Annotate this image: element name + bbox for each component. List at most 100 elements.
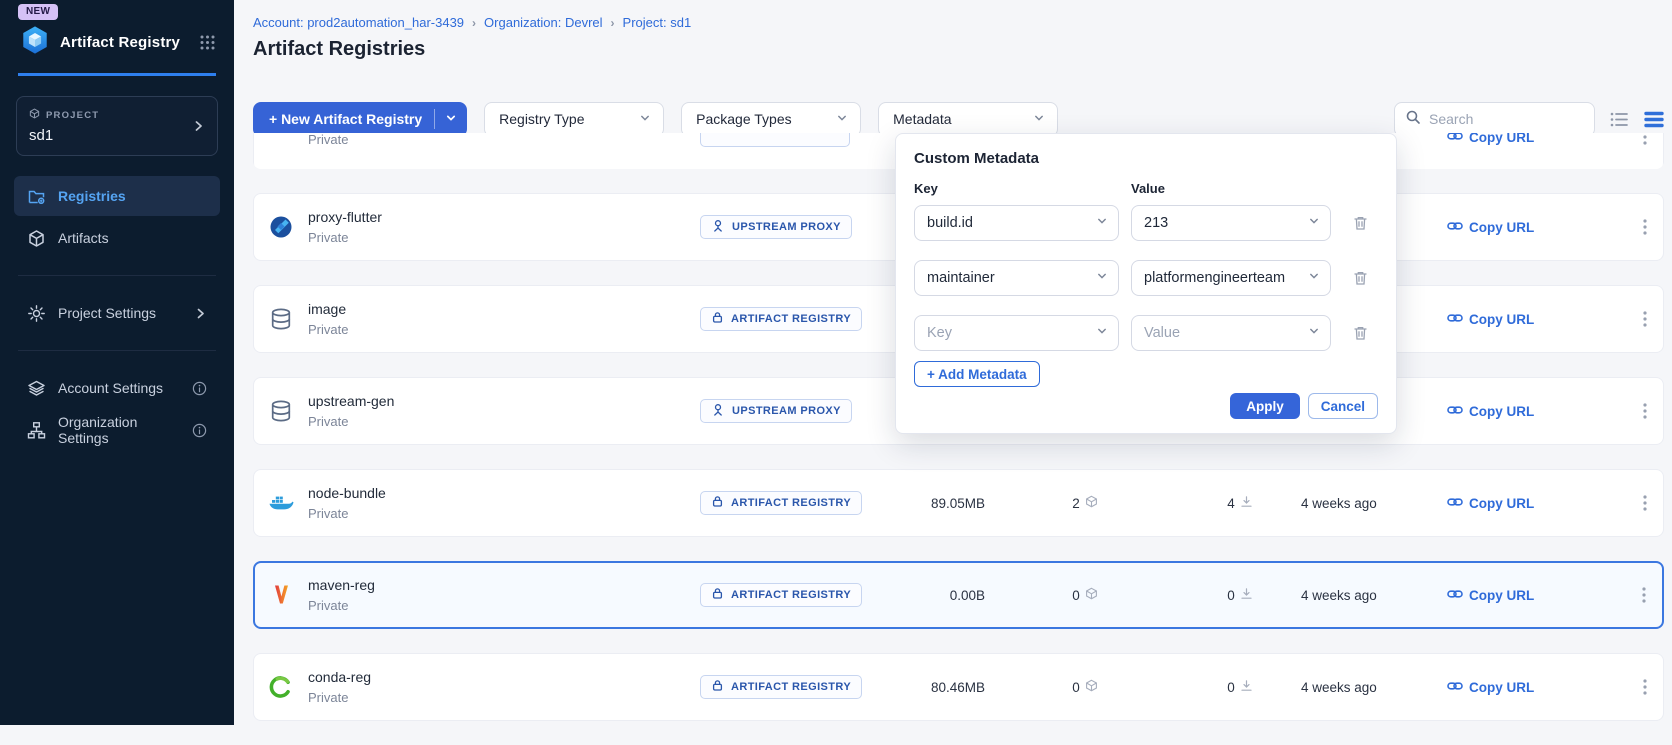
filter-registry-type[interactable]: Registry Type xyxy=(484,101,665,137)
breadcrumb-link-0[interactable]: Account: prod2automation_har-3439 xyxy=(253,15,464,30)
search-input[interactable] xyxy=(1429,111,1584,127)
table-row-maven-reg[interactable]: maven-reg Private ARTIFACT REGISTRY 0.00B 0 0… xyxy=(253,561,1664,629)
metadata-key-select[interactable]: Key xyxy=(914,315,1119,351)
project-selector[interactable]: PROJECT sd1 xyxy=(16,96,218,156)
metadata-value-value: Value xyxy=(1144,325,1181,341)
chevron-down-icon xyxy=(1096,325,1108,341)
metadata-key-value: maintainer xyxy=(927,270,995,286)
link-icon xyxy=(1447,133,1463,145)
sidebar-item-organization-settings[interactable]: Organization Settings xyxy=(14,410,220,450)
registry-name[interactable]: maven-reg xyxy=(308,577,700,593)
metadata-key-select[interactable]: maintainer xyxy=(914,260,1119,296)
filter-label: Metadata xyxy=(893,111,952,127)
chevron-down-icon xyxy=(1096,270,1108,286)
copy-url-label: Copy URL xyxy=(1469,495,1535,511)
add-metadata-button[interactable]: + Add Metadata xyxy=(914,361,1040,387)
new-artifact-registry-button[interactable]: + New Artifact Registry xyxy=(253,101,468,137)
registry-name[interactable]: node-bundle xyxy=(308,485,700,501)
card-view-icon[interactable] xyxy=(1644,111,1664,128)
project-name: sd1 xyxy=(29,127,54,144)
copy-url-link[interactable]: Copy URL xyxy=(1435,312,1595,327)
table-row-conda-reg[interactable]: conda-reg Private ARTIFACT REGISTRY 80.46MB… xyxy=(253,653,1664,721)
download-icon xyxy=(1240,587,1253,603)
sidebar-item-registries[interactable]: Registries xyxy=(14,176,220,216)
delete-metadata-icon[interactable] xyxy=(1353,270,1368,286)
registry-type-badge: UPSTREAM PROXY xyxy=(700,399,852,423)
lock-icon xyxy=(711,587,724,603)
row-menu-icon[interactable] xyxy=(1635,489,1655,517)
project-label: PROJECT xyxy=(46,109,100,121)
copy-url-link[interactable]: Copy URL xyxy=(1435,220,1595,235)
row-menu-icon[interactable] xyxy=(1634,581,1654,609)
row-menu-icon[interactable] xyxy=(1635,305,1655,333)
copy-url-link[interactable]: Copy URL xyxy=(1435,404,1595,419)
row-menu-icon[interactable] xyxy=(1635,397,1655,425)
list-view-icon[interactable] xyxy=(1610,111,1629,128)
registry-size: 0.00B xyxy=(949,587,985,603)
registry-name[interactable]: upstream-gen xyxy=(308,393,700,409)
metadata-value-select[interactable]: 213 xyxy=(1131,205,1331,241)
download-icon xyxy=(1240,679,1253,695)
cancel-button[interactable]: Cancel xyxy=(1307,393,1378,419)
chevron-down-icon xyxy=(639,111,651,127)
download-icon xyxy=(1240,495,1253,511)
metadata-row-1: maintainer platformengineerteam xyxy=(914,260,1378,296)
main-content: Account: prod2automation_har-3439 › Organi… xyxy=(234,0,1672,725)
breadcrumb-link-2[interactable]: Project: sd1 xyxy=(623,15,692,30)
metadata-value-select[interactable]: platformengineerteam xyxy=(1131,260,1331,296)
registry-type-badge: UPSTREAM PROXY xyxy=(700,215,852,239)
registry-type-badge: ARTIFACT REGISTRY xyxy=(700,583,863,607)
registry-type-badge xyxy=(700,133,850,147)
copy-url-link[interactable]: Copy URL xyxy=(1435,133,1595,145)
chevron-down-icon xyxy=(836,111,848,127)
copy-url-label: Copy URL xyxy=(1469,587,1535,603)
row-menu-icon[interactable] xyxy=(1635,133,1655,151)
download-count: 0 xyxy=(1227,679,1235,695)
apply-button[interactable]: Apply xyxy=(1230,393,1300,419)
copy-url-link[interactable]: Copy URL xyxy=(1435,496,1595,511)
registry-name[interactable]: proxy-flutter xyxy=(308,209,700,225)
copy-url-link[interactable]: Copy URL xyxy=(1435,588,1595,603)
row-menu-icon[interactable] xyxy=(1635,213,1655,241)
artifacts-cell: 2 xyxy=(985,495,1185,511)
app-switcher-icon[interactable] xyxy=(199,34,216,51)
info-icon[interactable] xyxy=(192,423,207,438)
proxy-icon xyxy=(711,219,725,236)
custom-metadata-popover: Custom Metadata Key Value build.id 213 mai… xyxy=(895,133,1397,434)
sidebar-item-label: Registries xyxy=(58,188,126,204)
sidebar-item-account-settings[interactable]: Account Settings xyxy=(14,368,220,408)
registry-visibility: Private xyxy=(308,598,349,613)
link-icon xyxy=(1447,312,1463,327)
row-menu-icon[interactable] xyxy=(1635,673,1655,701)
divider xyxy=(18,350,216,351)
sidebar-item-artifacts[interactable]: Artifacts xyxy=(14,218,220,258)
artifact-registry-logo-icon xyxy=(20,25,50,60)
filter-package-types[interactable]: Package Types xyxy=(681,101,862,137)
filter-metadata[interactable]: Metadata xyxy=(878,101,1059,137)
artifact-count: 0 xyxy=(1072,679,1080,695)
delete-metadata-icon[interactable] xyxy=(1353,325,1368,341)
delete-metadata-icon[interactable] xyxy=(1353,215,1368,231)
chevron-down-icon[interactable] xyxy=(445,111,457,127)
artifacts-cell: 0 xyxy=(985,679,1185,695)
layers-icon xyxy=(27,379,46,398)
registry-name[interactable]: image xyxy=(308,301,700,317)
sidebar-item-label: Artifacts xyxy=(58,230,109,246)
new-artifact-registry-label: + New Artifact Registry xyxy=(269,111,423,127)
sidebar-item-label: Account Settings xyxy=(58,380,164,396)
metadata-value-value: platformengineerteam xyxy=(1144,270,1286,286)
metadata-value-select[interactable]: Value xyxy=(1131,315,1331,351)
breadcrumb-link-1[interactable]: Organization: Devrel xyxy=(484,15,603,30)
registry-type-label: ARTIFACT REGISTRY xyxy=(731,589,852,601)
org-icon xyxy=(27,421,46,440)
registry-visibility: Private xyxy=(308,414,349,429)
registry-type-badge: ARTIFACT REGISTRY xyxy=(700,491,863,515)
table-row-node-bundle[interactable]: node-bundle Private ARTIFACT REGISTRY 89.05… xyxy=(253,469,1664,537)
sidebar-item-project-settings[interactable]: Project Settings xyxy=(14,293,220,333)
copy-url-link[interactable]: Copy URL xyxy=(1435,680,1595,695)
metadata-key-select[interactable]: build.id xyxy=(914,205,1119,241)
registry-name[interactable]: conda-reg xyxy=(308,669,700,685)
info-icon[interactable] xyxy=(192,381,207,396)
sidebar-nav-account: Account Settings Organization Settings xyxy=(0,368,234,450)
search-box[interactable] xyxy=(1394,101,1595,137)
